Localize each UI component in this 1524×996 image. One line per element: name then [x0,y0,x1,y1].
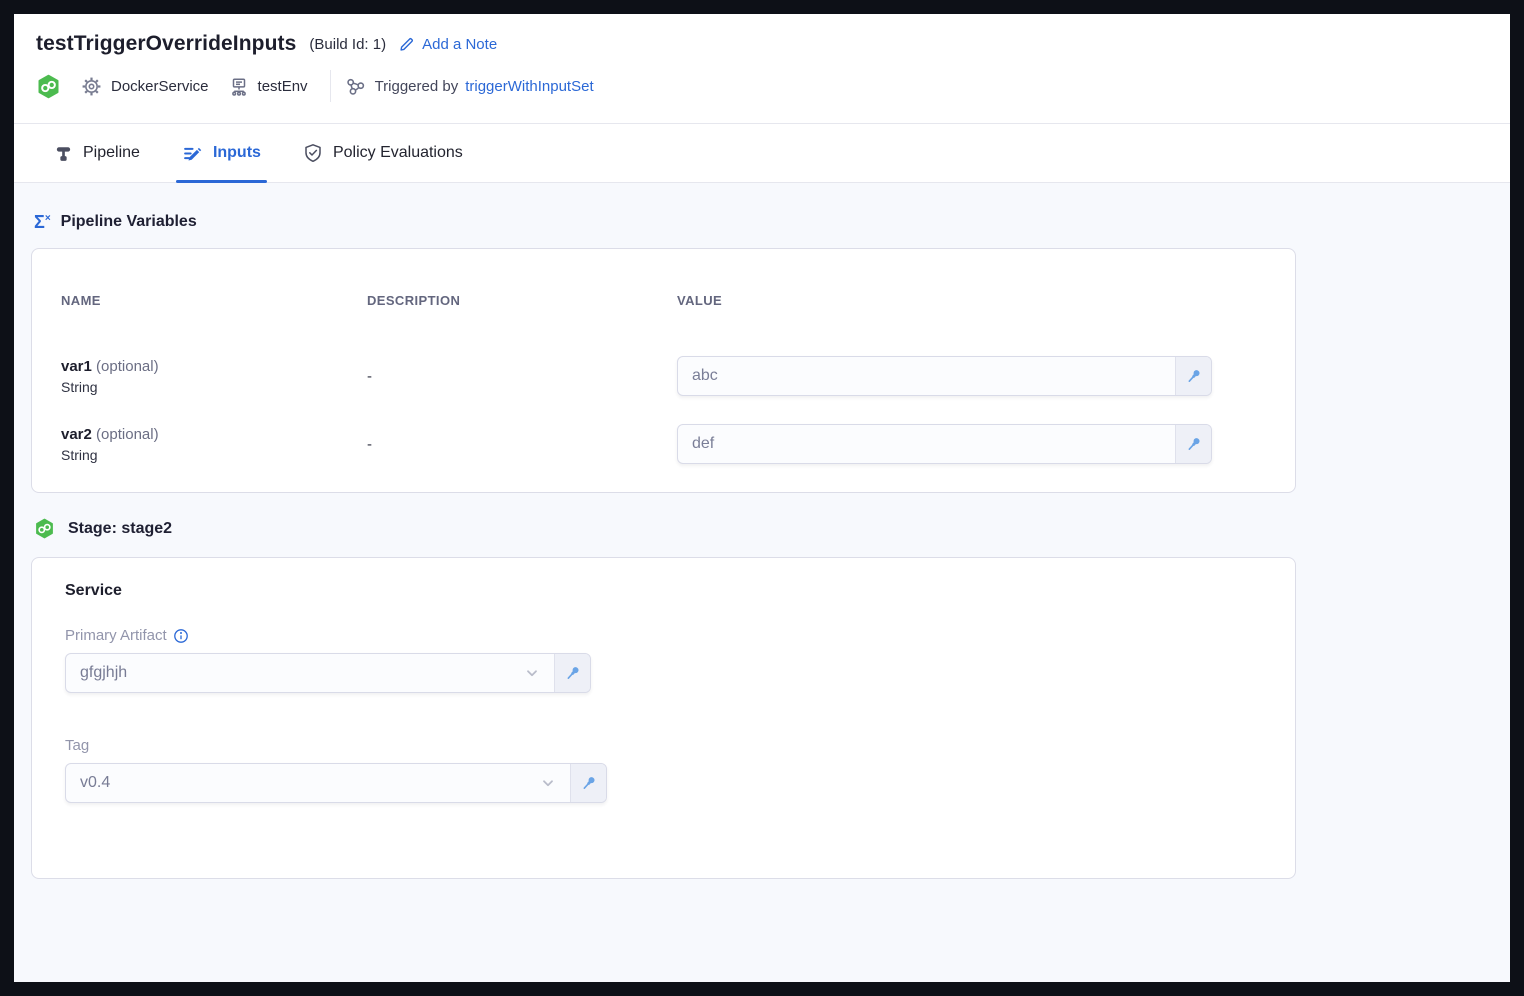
trigger-icon [345,76,366,97]
info-icon [173,628,189,644]
execution-page: testTriggerOverrideInputs (Build Id: 1) … [14,14,1510,982]
column-header-value: VALUE [677,293,1266,308]
service-name-label: DockerService [111,78,209,95]
pin-button[interactable] [570,764,606,802]
tag-label-row: Tag [65,737,1262,754]
table-row: var1 (optional) String [61,358,367,395]
pipeline-icon [54,144,73,163]
pushpin-icon [1185,435,1203,453]
variable-value-control [677,356,1212,396]
page-title: testTriggerOverrideInputs [36,32,296,56]
variable-qualifier: (optional) [96,426,159,443]
chevron-down-icon [522,663,542,683]
service-card: Service Primary Artifact gfgjhjh [31,557,1296,879]
variable-qualifier: (optional) [96,358,159,375]
tag-label: Tag [65,737,89,754]
cd-stage-icon [34,518,55,539]
add-note-button[interactable]: Add a Note [399,36,497,53]
variable-description: - [367,368,677,385]
tag-select[interactable]: v0.4 [66,764,570,802]
tag-value: v0.4 [80,774,538,792]
active-tab-underline [176,180,267,183]
pin-button[interactable] [1175,357,1211,395]
variable-type: String [61,379,367,395]
pushpin-icon [580,774,598,792]
primary-artifact-label-row: Primary Artifact [65,627,1262,644]
pin-button[interactable] [1175,425,1211,463]
primary-artifact-control: gfgjhjh [65,653,591,693]
column-header-description: DESCRIPTION [367,293,677,308]
tab-inputs[interactable]: Inputs [178,124,265,182]
variable-type: String [61,447,367,463]
tab-label: Pipeline [83,144,140,162]
chevron-down-icon [538,773,558,793]
build-id-label: (Build Id: 1) [309,36,386,53]
pin-button[interactable] [554,654,590,692]
table-row: var2 (optional) String [61,426,367,463]
triggered-by-label: Triggered by [375,78,459,95]
variable-description: - [367,436,677,453]
stage-header: Stage: stage2 [34,518,1510,539]
inputs-tab-content: Σ× Pipeline Variables NAME DESCRIPTION V… [14,183,1510,982]
variable-name: var1 [61,358,92,375]
pencil-icon [399,36,415,52]
column-header-name: NAME [61,293,367,308]
trigger-link[interactable]: triggerWithInputSet [465,78,593,95]
primary-artifact-value: gfgjhjh [80,664,522,682]
pushpin-icon [564,664,582,682]
variable-value-input[interactable] [678,357,1175,395]
stage-title: Stage: stage2 [68,520,172,538]
service-section-title: Service [65,582,1262,600]
gear-icon [81,76,102,97]
environment-icon [229,76,249,97]
pipeline-variables-header: Σ× Pipeline Variables [34,213,1510,231]
tab-label: Policy Evaluations [333,144,463,162]
tag-control: v0.4 [65,763,607,803]
primary-artifact-select[interactable]: gfgjhjh [66,654,554,692]
tab-policy-evaluations[interactable]: Policy Evaluations [299,124,467,182]
pipeline-variables-title: Pipeline Variables [61,213,197,231]
header-divider [330,70,331,102]
variable-value-control [677,424,1212,464]
tab-label: Inputs [213,144,261,162]
sigma-variables-icon: Σ× [34,213,51,231]
tab-bar: Pipeline Inputs Policy Evaluations [14,123,1510,183]
inputs-icon [182,143,203,164]
add-note-label: Add a Note [422,36,497,53]
shield-check-icon [303,143,323,163]
pipeline-variables-card: NAME DESCRIPTION VALUE var1 (optional) S… [31,248,1296,493]
cd-stage-icon [36,74,61,99]
primary-artifact-label: Primary Artifact [65,627,167,644]
tab-pipeline[interactable]: Pipeline [50,124,144,182]
variable-value-input[interactable] [678,425,1175,463]
pushpin-icon [1185,367,1203,385]
variable-name: var2 [61,426,92,443]
execution-header: testTriggerOverrideInputs (Build Id: 1) … [14,14,1510,123]
environment-name-label: testEnv [258,78,308,95]
